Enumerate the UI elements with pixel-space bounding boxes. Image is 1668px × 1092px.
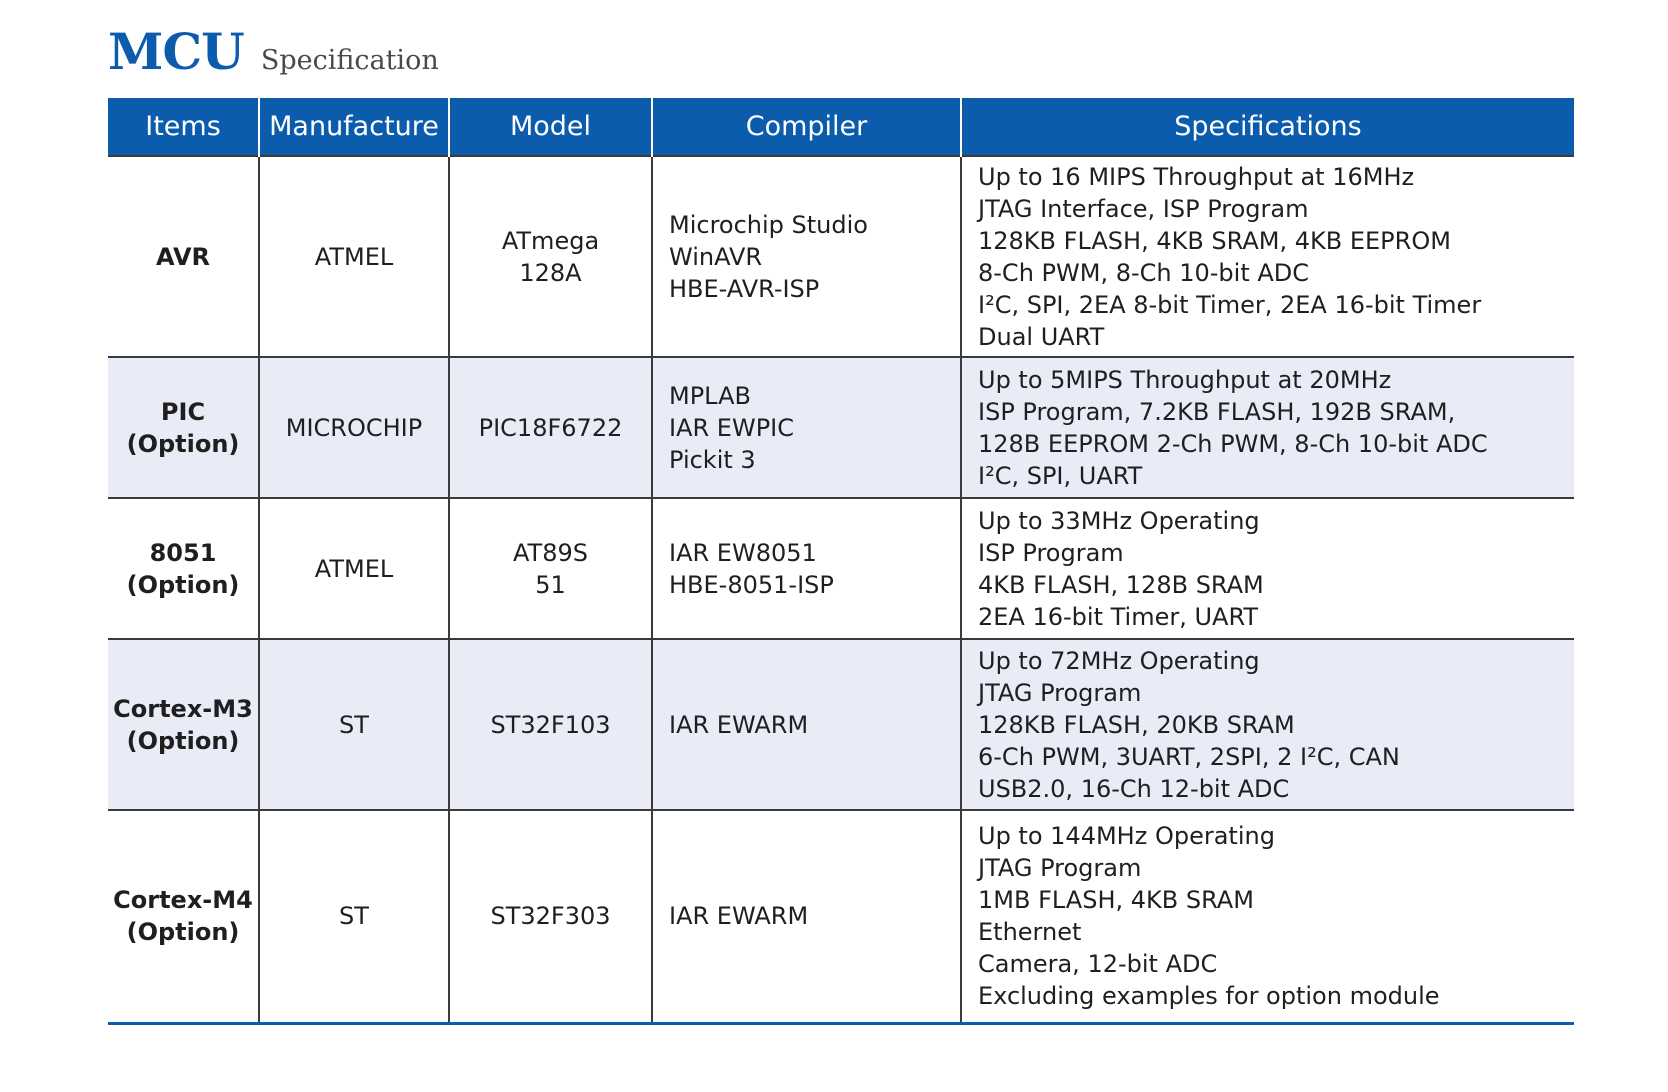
cell-manufacture: ST (258, 638, 449, 810)
cell-model: ATmega 128A (448, 155, 652, 357)
compiler-line: MPLAB (669, 381, 751, 410)
table-row: Cortex-M3 (Option) ST ST32F103 IAR EWARM… (108, 638, 1574, 810)
title-main: MCU (108, 22, 245, 81)
spec-line: Up to 16 MIPS Throughput at 16MHz (978, 162, 1415, 191)
item-line: (Option) (126, 429, 240, 458)
page: MCU Specification Items Manufacture Mode… (0, 0, 1668, 1092)
cell-item: AVR (108, 155, 259, 357)
spec-line: ISP Program, 7.2KB FLASH, 192B SRAM, (978, 397, 1456, 426)
table-row: Cortex-M4 (Option) ST ST32F303 IAR EWARM… (108, 809, 1574, 1025)
spec-line: JTAG Interface, ISP Program (978, 194, 1309, 223)
spec-line: 128KB FLASH, 20KB SRAM (978, 710, 1295, 739)
model-line: ST32F303 (490, 902, 611, 931)
cell-model: ST32F303 (448, 809, 652, 1025)
cell-compiler: MPLAB IAR EWPIC Pickit 3 (651, 356, 961, 498)
item-line: PIC (160, 397, 206, 426)
item-line: (Option) (126, 726, 240, 755)
spec-line: 4KB FLASH, 128B SRAM (978, 570, 1264, 599)
compiler-line: WinAVR (669, 242, 763, 271)
compiler-line: IAR EW8051 (669, 538, 817, 567)
cell-manufacture: ATMEL (258, 497, 449, 639)
cell-item: PIC (Option) (108, 356, 259, 498)
cell-item: Cortex-M4 (Option) (108, 809, 259, 1025)
table-row: AVR ATMEL ATmega 128A Microchip Studio W… (108, 155, 1574, 357)
mcu-spec-table: Items Manufacture Model Compiler Specifi… (108, 98, 1574, 1025)
spec-line: ISP Program (978, 538, 1124, 567)
page-title: MCU Specification (108, 22, 439, 81)
header-items: Items (108, 98, 259, 156)
spec-line: 128KB FLASH, 4KB SRAM, 4KB EEPROM (978, 226, 1451, 255)
model-line: 51 (535, 570, 566, 599)
spec-line: JTAG Program (978, 854, 1142, 883)
item-line: Cortex-M3 (113, 694, 253, 723)
cell-manufacture: ST (258, 809, 449, 1025)
cell-compiler: IAR EWARM (651, 638, 961, 810)
spec-line: 2EA 16-bit Timer, UART (978, 602, 1259, 631)
header-compiler: Compiler (651, 98, 961, 156)
cell-compiler: IAR EW8051 HBE-8051-ISP (651, 497, 961, 639)
spec-line: 6-Ch PWM, 3UART, 2SPI, 2 I²C, CAN (978, 742, 1400, 771)
cell-manufacture: ATMEL (258, 155, 449, 357)
cell-item: Cortex-M3 (Option) (108, 638, 259, 810)
item-line: Cortex-M4 (113, 886, 253, 915)
spec-line: Up to 33MHz Operating (978, 506, 1260, 535)
cell-specifications: Up to 33MHz Operating ISP Program 4KB FL… (960, 497, 1574, 639)
compiler-line: Microchip Studio (669, 210, 868, 239)
cell-compiler: IAR EWARM (651, 809, 961, 1025)
spec-line: JTAG Program (978, 678, 1142, 707)
item-line: AVR (156, 242, 210, 271)
spec-line: Up to 144MHz Operating (978, 822, 1275, 851)
spec-line: Up to 72MHz Operating (978, 646, 1260, 675)
cell-model: PIC18F6722 (448, 356, 652, 498)
model-line: AT89S (513, 538, 588, 567)
spec-line: Excluding examples for option module (978, 982, 1440, 1011)
spec-line: I²C, SPI, UART (978, 461, 1143, 490)
table-row: PIC (Option) MICROCHIP PIC18F6722 MPLAB … (108, 356, 1574, 498)
spec-line: Ethernet (978, 918, 1082, 947)
spec-line: I²C, SPI, 2EA 8-bit Timer, 2EA 16-bit Ti… (978, 290, 1482, 319)
header-model: Model (448, 98, 652, 156)
cell-specifications: Up to 72MHz Operating JTAG Program 128KB… (960, 638, 1574, 810)
model-line: ATmega (501, 226, 600, 255)
table-row: 8051 (Option) ATMEL AT89S 51 IAR EW8051 … (108, 497, 1574, 639)
compiler-line: HBE-AVR-ISP (669, 274, 820, 303)
header-row: Items Manufacture Model Compiler Specifi… (108, 98, 1574, 156)
item-line: (Option) (126, 570, 240, 599)
cell-compiler: Microchip Studio WinAVR HBE-AVR-ISP (651, 155, 961, 357)
spec-line: 8-Ch PWM, 8-Ch 10-bit ADC (978, 258, 1310, 287)
model-line: PIC18F6722 (478, 413, 623, 442)
spec-line: Camera, 12-bit ADC (978, 950, 1218, 979)
header-manufacture: Manufacture (258, 98, 449, 156)
spec-line: 128B EEPROM 2-Ch PWM, 8-Ch 10-bit ADC (978, 429, 1488, 458)
cell-model: AT89S 51 (448, 497, 652, 639)
cell-specifications: Up to 5MIPS Throughput at 20MHz ISP Prog… (960, 356, 1574, 498)
item-line: (Option) (126, 918, 240, 947)
compiler-line: IAR EWPIC (669, 413, 795, 442)
compiler-line: Pickit 3 (669, 445, 756, 474)
compiler-line: IAR EWARM (669, 902, 809, 931)
cell-model: ST32F103 (448, 638, 652, 810)
compiler-line: IAR EWARM (669, 710, 809, 739)
title-sub: Specification (260, 45, 439, 76)
header-specifications: Specifications (960, 98, 1574, 156)
cell-manufacture: MICROCHIP (258, 356, 449, 498)
item-line: 8051 (149, 538, 217, 567)
spec-line: Dual UART (978, 322, 1105, 351)
model-line: ST32F103 (490, 710, 611, 739)
spec-line: 1MB FLASH, 4KB SRAM (978, 886, 1254, 915)
cell-specifications: Up to 144MHz Operating JTAG Program 1MB … (960, 809, 1574, 1025)
compiler-line: HBE-8051-ISP (669, 570, 834, 599)
cell-specifications: Up to 16 MIPS Throughput at 16MHz JTAG I… (960, 155, 1574, 357)
spec-line: Up to 5MIPS Throughput at 20MHz (978, 365, 1392, 394)
spec-line: USB2.0, 16-Ch 12-bit ADC (978, 774, 1290, 803)
model-line: 128A (519, 258, 582, 287)
cell-item: 8051 (Option) (108, 497, 259, 639)
